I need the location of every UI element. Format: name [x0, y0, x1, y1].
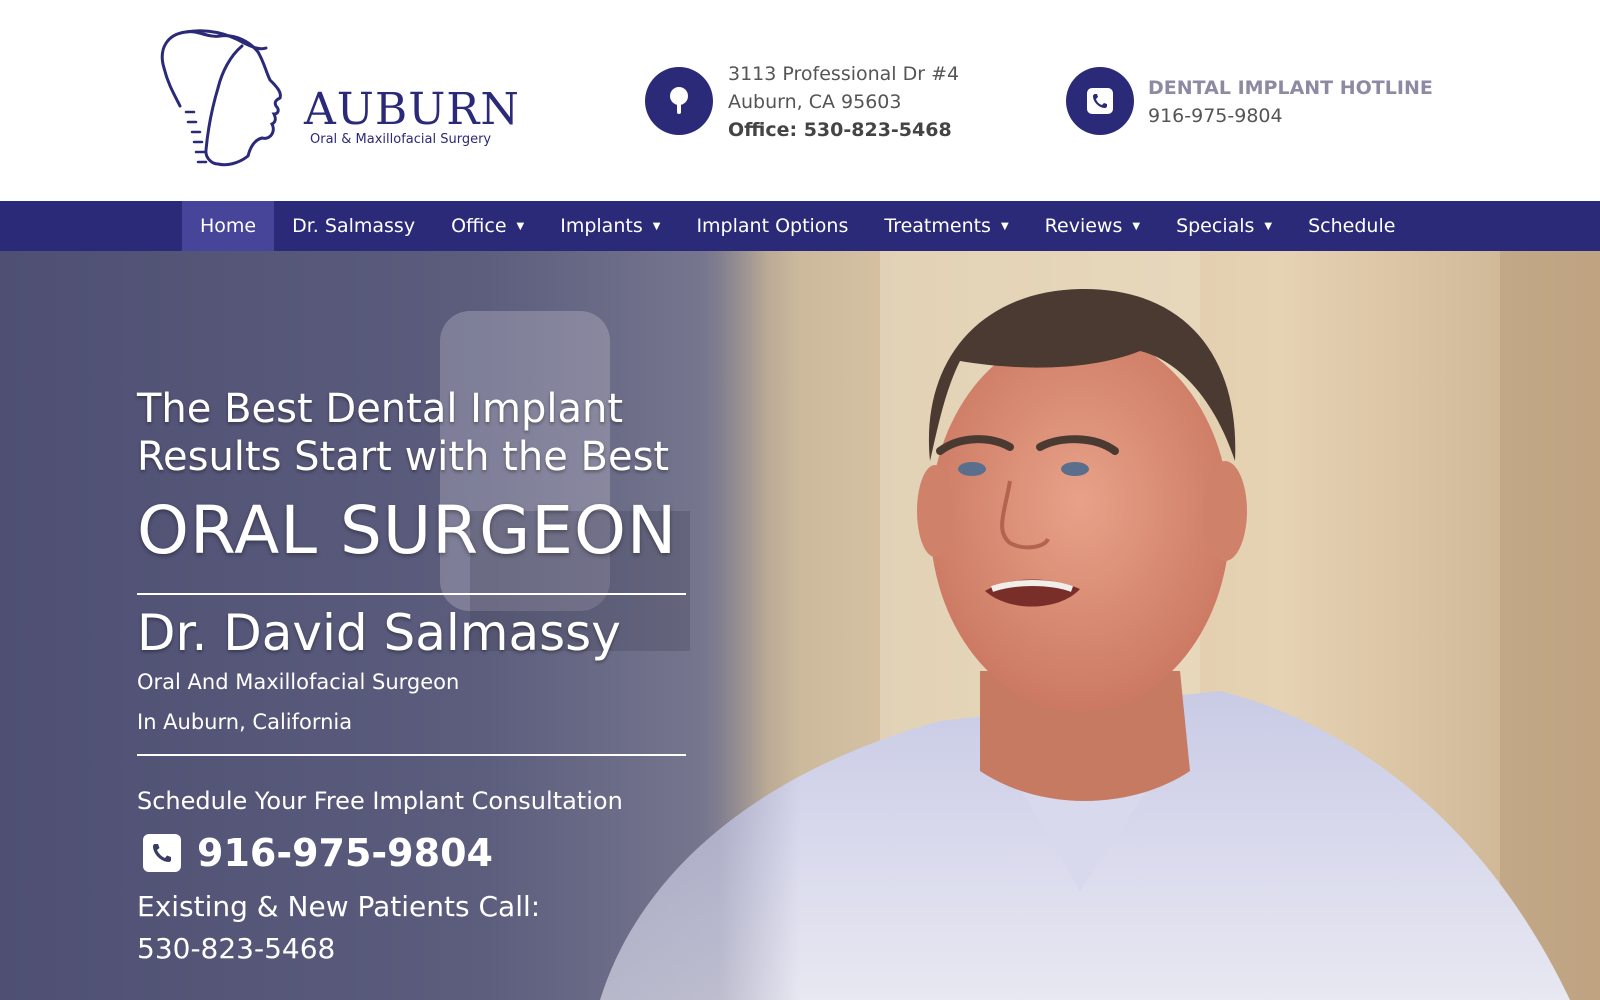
caret-down-icon: ▼	[516, 220, 525, 232]
caret-down-icon: ▼	[1264, 220, 1273, 232]
nav-item-label: Implant Options	[696, 215, 849, 237]
hotline-block: DENTAL IMPLANT HOTLINE 916-975-9804	[1148, 74, 1433, 130]
hero-headline-line-1: The Best Dental Implant	[137, 386, 623, 432]
hero-phone-link[interactable]: 916-975-9804	[143, 828, 493, 878]
office-phone[interactable]: Office: 530-823-5468	[728, 116, 959, 144]
nav-item-implants[interactable]: Implants ▼	[542, 201, 678, 251]
hero-divider	[137, 754, 686, 756]
nav-item-label: Implants	[560, 215, 643, 237]
map-pin-icon	[645, 67, 713, 135]
nav-item-label: Reviews	[1044, 215, 1123, 237]
nav-item-specials[interactable]: Specials ▼	[1158, 201, 1290, 251]
address-block: 3113 Professional Dr #4 Auburn, CA 95603…	[728, 60, 959, 144]
caret-down-icon: ▼	[1132, 220, 1141, 232]
hero-headline-line-2: Results Start with the Best	[137, 434, 670, 480]
existing-patients-text: Existing & New Patients Call:	[137, 890, 541, 923]
doctor-location: In Auburn, California	[137, 710, 353, 734]
nav-item-label: Schedule	[1308, 215, 1396, 237]
main-nav: Home Dr. Salmassy Office ▼ Implants ▼ Impl…	[0, 201, 1600, 251]
site-header: AUBURN Oral & Maxillofacial Surgery 3113…	[0, 0, 1600, 201]
hero-phone-number[interactable]: 916-975-9804	[197, 828, 493, 878]
nav-item-label: Specials	[1176, 215, 1255, 237]
doctor-name: Dr. David Salmassy	[137, 604, 621, 662]
nav-item-office[interactable]: Office ▼	[433, 201, 542, 251]
nav-item-label: Treatments	[884, 215, 991, 237]
schedule-consultation-text: Schedule Your Free Implant Consultation	[137, 787, 623, 815]
nav-item-home[interactable]: Home	[182, 201, 275, 251]
caret-down-icon: ▼	[1000, 220, 1009, 232]
nav-item-label: Office	[451, 215, 507, 237]
hero-banner: The Best Dental Implant Results Start wi…	[0, 251, 1600, 1000]
phone-icon	[1066, 67, 1134, 135]
doctor-specialty: Oral And Maxillofacial Surgeon	[137, 670, 460, 694]
nav-item-implant-options[interactable]: Implant Options	[678, 201, 866, 251]
logo-wordmark: AUBURN	[304, 84, 520, 135]
site-logo[interactable]: AUBURN Oral & Maxillofacial Surgery	[158, 28, 519, 173]
hotline-phone[interactable]: 916-975-9804	[1148, 102, 1433, 130]
phone-icon	[143, 834, 181, 872]
address-line-1: 3113 Professional Dr #4	[728, 63, 960, 85]
tooth-face-profile-icon	[160, 29, 282, 167]
address-line-2: Auburn, CA 95603	[728, 91, 902, 113]
nav-item-dr-salmassy[interactable]: Dr. Salmassy	[274, 201, 433, 251]
nav-item-label: Dr. Salmassy	[292, 215, 416, 237]
nav-item-reviews[interactable]: Reviews ▼	[1027, 201, 1158, 251]
nav-item-treatments[interactable]: Treatments ▼	[866, 201, 1026, 251]
nav-item-label: Home	[200, 215, 257, 237]
hotline-title: DENTAL IMPLANT HOTLINE	[1148, 77, 1433, 99]
hero-headline-big: ORAL SURGEON	[137, 492, 678, 569]
caret-down-icon: ▼	[652, 220, 661, 232]
hero-divider	[137, 593, 686, 595]
existing-patients-phone[interactable]: 530-823-5468	[137, 929, 335, 969]
nav-item-schedule[interactable]: Schedule	[1290, 201, 1413, 251]
logo-tagline: Oral & Maxillofacial Surgery	[310, 132, 492, 147]
